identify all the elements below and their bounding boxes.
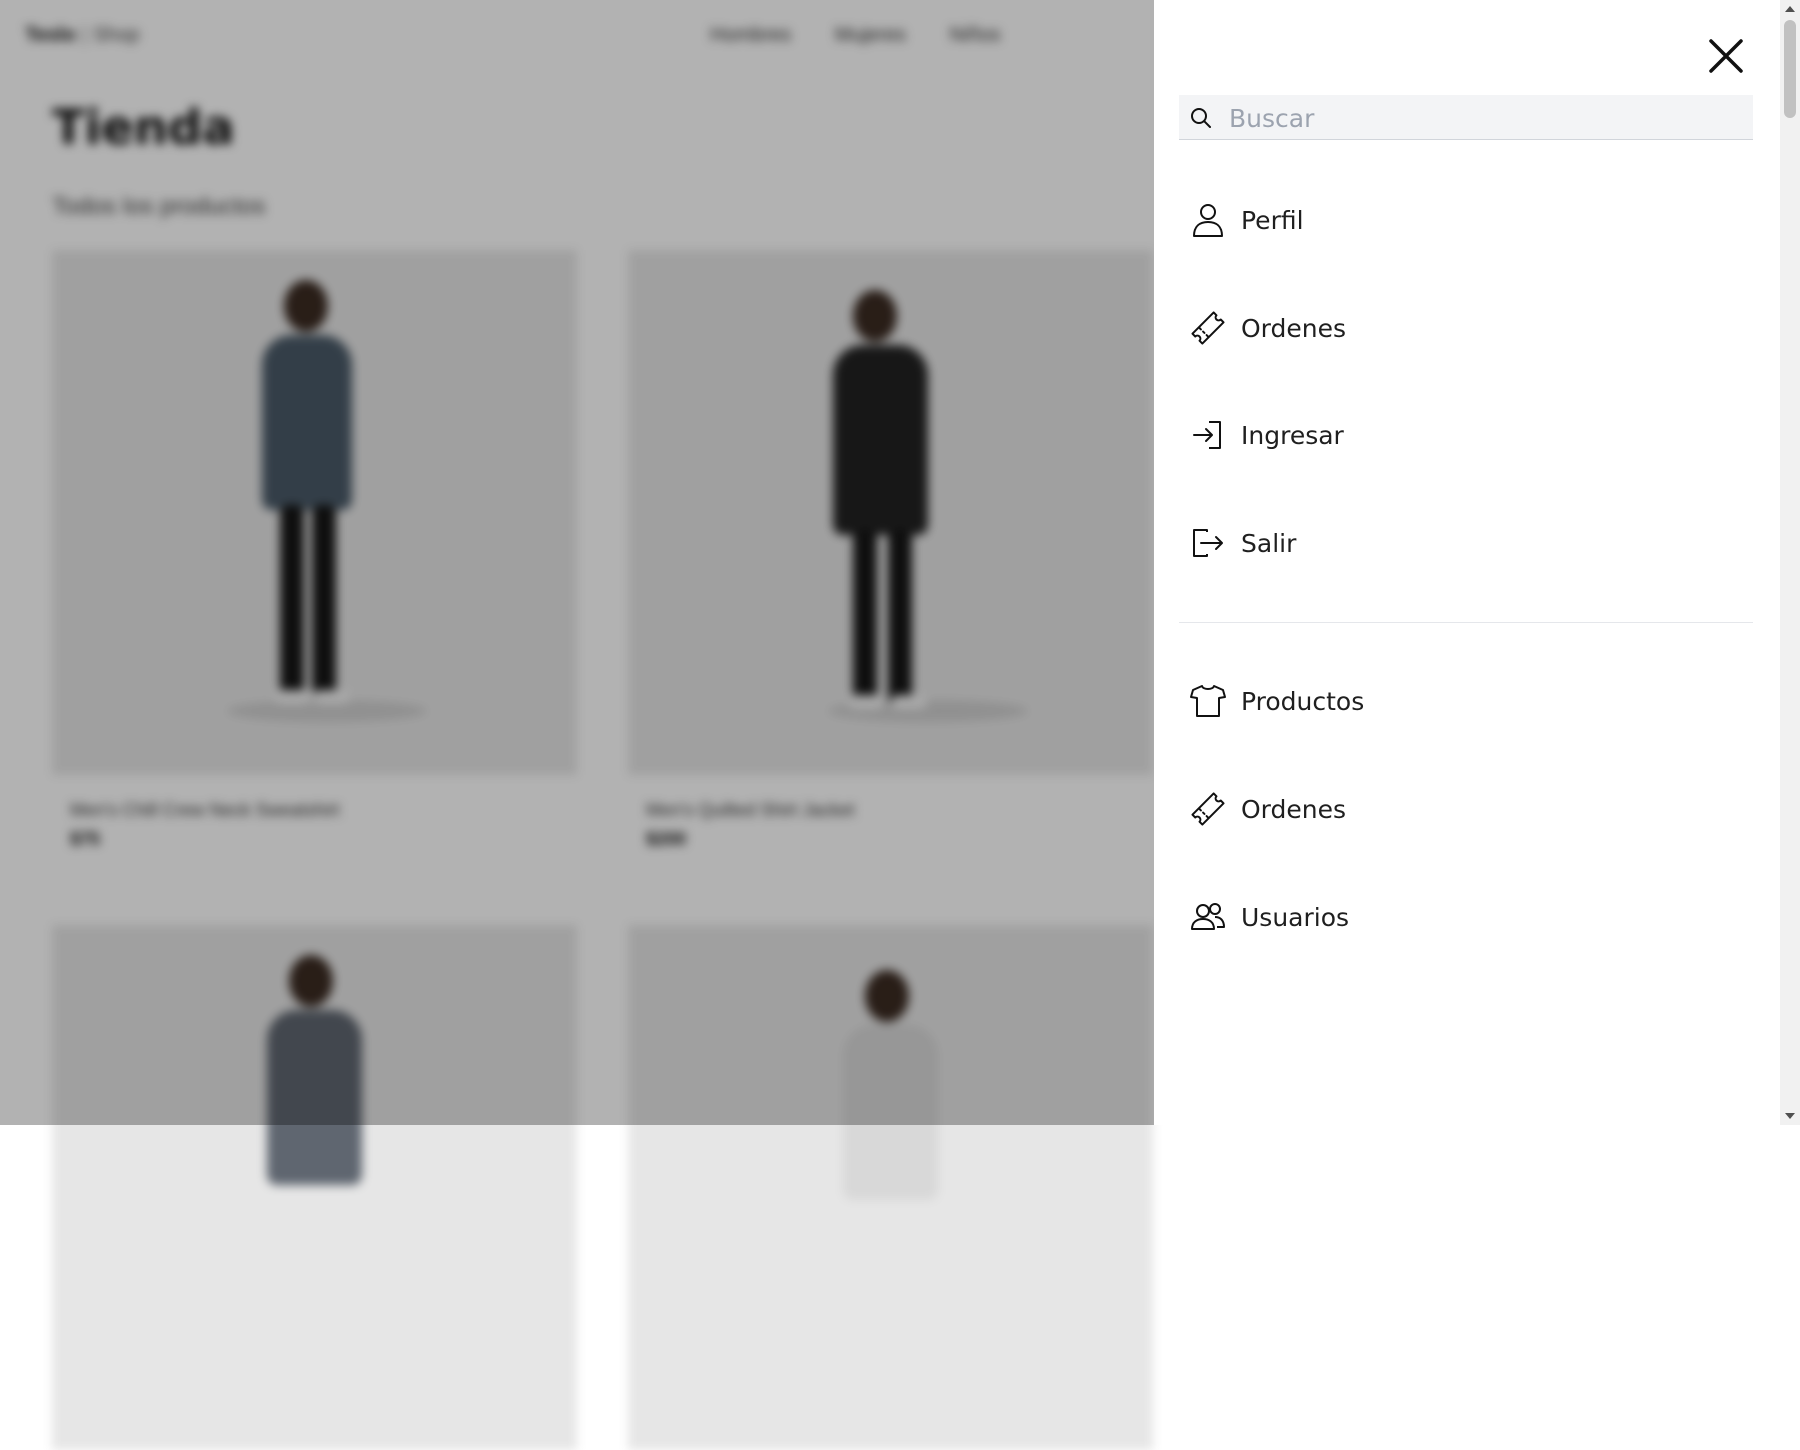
menu-item-ordenes-admin[interactable]: Ordenes — [1179, 774, 1753, 844]
menu-item-label: Usuarios — [1241, 902, 1350, 932]
menu-divider — [1179, 622, 1753, 623]
ticket-icon — [1191, 792, 1225, 826]
close-icon — [1709, 39, 1743, 73]
menu-item-label: Ordenes — [1241, 313, 1347, 343]
menu-item-label: Salir — [1241, 528, 1297, 558]
menu-item-productos[interactable]: Productos — [1179, 666, 1753, 736]
ticket-icon — [1191, 311, 1225, 345]
shirt-icon — [1190, 685, 1226, 717]
menu-item-salir[interactable]: Salir — [1179, 508, 1753, 578]
side-menu: Perfil Ordenes Ingresar Salir Productos — [1154, 0, 1780, 1125]
menu-item-ordenes[interactable]: Ordenes — [1179, 293, 1753, 363]
menu-item-perfil[interactable]: Perfil — [1179, 185, 1753, 255]
users-icon — [1191, 903, 1225, 930]
menu-item-label: Ingresar — [1241, 420, 1344, 450]
backdrop-overlay[interactable] — [0, 0, 1154, 1125]
login-icon — [1193, 421, 1221, 449]
menu-item-usuarios[interactable]: Usuarios — [1179, 882, 1753, 952]
search-icon — [1191, 108, 1211, 128]
menu-item-label: Productos — [1241, 686, 1365, 716]
close-menu-button[interactable] — [1702, 32, 1750, 80]
search-input[interactable] — [1227, 95, 1741, 141]
menu-item-label: Ordenes — [1241, 794, 1347, 824]
scroll-down-arrow-icon[interactable] — [1785, 1113, 1795, 1119]
person-icon — [1193, 204, 1223, 237]
page-scrollbar[interactable] — [1780, 0, 1800, 1125]
search-box — [1179, 95, 1753, 141]
scrollbar-thumb[interactable] — [1784, 20, 1796, 118]
menu-item-label: Perfil — [1241, 205, 1304, 235]
scroll-up-arrow-icon[interactable] — [1785, 6, 1795, 12]
logout-icon — [1193, 529, 1223, 557]
menu-item-ingresar[interactable]: Ingresar — [1179, 400, 1753, 470]
